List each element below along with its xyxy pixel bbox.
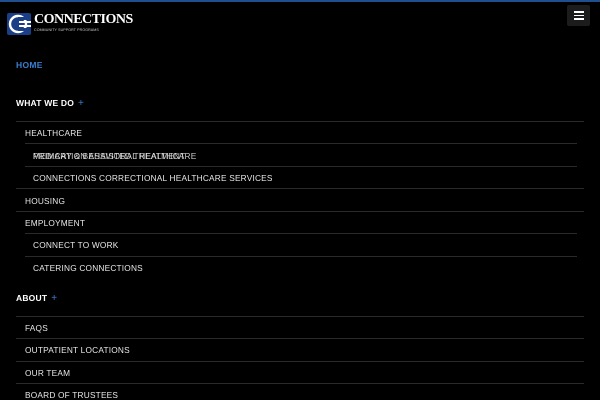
logo-emblem-icon [7,13,31,35]
divider [16,316,584,317]
nav-section-what-we-do[interactable]: WHAT WE DO + [16,98,84,109]
nav-section-label: WHAT WE DO [16,98,75,108]
nav-item-employment[interactable]: EMPLOYMENT [25,218,85,228]
site-logo[interactable]: CONNECTIONS COMMUNITY SUPPORT PROGRAMS [7,12,133,36]
divider [16,188,584,189]
nav-item-housing[interactable]: HOUSING [25,196,65,206]
expand-plus-icon[interactable]: + [78,98,84,109]
logo-wordmark: CONNECTIONS [34,12,133,27]
hamburger-menu-icon[interactable] [567,5,590,26]
nav-section-about[interactable]: ABOUT + [16,293,57,304]
divider [16,338,584,339]
divider [16,361,584,362]
nav-item-catering-connections[interactable]: CATERING CONNECTIONS [33,263,143,273]
divider [16,211,584,212]
divider [25,143,577,144]
nav-item-outpatient-locations[interactable]: OUTPATIENT LOCATIONS [25,345,130,355]
divider [25,233,577,234]
nav-item-board-of-trustees[interactable]: BOARD OF TRUSTEES [25,390,118,400]
nav-item-faqs[interactable]: FAQS [25,323,48,333]
nav-item-connect-to-work[interactable]: CONNECT TO WORK [33,240,119,250]
nav-item-our-team[interactable]: OUR TEAM [25,368,70,378]
nav-item-correctional-healthcare[interactable]: CONNECTIONS CORRECTIONAL HEALTHCARE SERV… [33,173,273,183]
nav-section-label: ABOUT [16,293,48,303]
nav-item-healthcare[interactable]: HEALTHCARE [25,128,82,138]
divider [25,256,577,257]
divider [16,121,584,122]
divider [25,166,577,167]
nav-item-home[interactable]: HOME [16,60,43,70]
top-accent-bar [0,0,600,2]
expand-plus-icon[interactable]: + [51,293,57,304]
logo-tagline: COMMUNITY SUPPORT PROGRAMS [34,28,99,32]
divider [16,383,584,384]
nav-item-medication-assisted-treatment[interactable]: MEDICATION ASSISTED TREATMENT [33,151,185,161]
